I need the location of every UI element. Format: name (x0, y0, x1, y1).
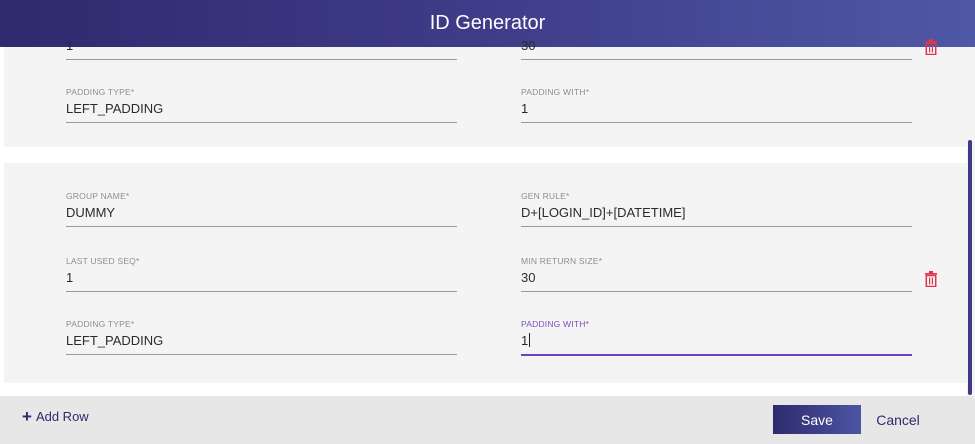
padding-type-label: PADDING TYPE* (66, 87, 135, 97)
generator-row-1: 1 30 PADDING TYPE* LEFT_PADDING PADDING … (4, 38, 967, 147)
group-name-value[interactable]: DUMMY (66, 205, 115, 220)
dialog-header: ID Generator (0, 0, 975, 47)
padding-type-value[interactable]: LEFT_PADDING (66, 101, 163, 116)
min-return-size-value[interactable]: 30 (521, 38, 535, 53)
dialog-footer: + Add Row Save Cancel (0, 396, 975, 444)
padding-with-label: PADDING WITH* (521, 319, 590, 329)
last-used-seq-underline (66, 291, 457, 292)
dialog-title: ID Generator (429, 12, 546, 34)
padding-with-label: PADDING WITH* (521, 87, 590, 97)
last-used-seq-label: LAST USED SEQ* (66, 256, 140, 266)
gen-rule-value[interactable]: D+[LOGIN_ID]+[DATETIME] (521, 205, 685, 220)
padding-with-input[interactable]: 1 (521, 333, 531, 348)
min-return-size-label: MIN RETURN SIZE* (521, 256, 603, 266)
gen-rule-underline (521, 226, 912, 227)
text-caret (529, 333, 531, 347)
trash-icon[interactable] (924, 271, 938, 287)
padding-with-value[interactable]: 1 (521, 333, 528, 348)
padding-type-label: PADDING TYPE* (66, 319, 135, 329)
cancel-button[interactable]: Cancel (868, 405, 928, 434)
group-name-underline (66, 226, 457, 227)
add-row-label: Add Row (35, 409, 89, 424)
generator-row-2: GROUP NAME* DUMMY GEN RULE* D+[LOGIN_ID]… (4, 163, 967, 383)
padding-type-underline (66, 122, 457, 123)
padding-with-value[interactable]: 1 (521, 101, 528, 116)
min-return-size-value[interactable]: 30 (521, 270, 535, 285)
scrollbar-thumb[interactable] (968, 140, 972, 395)
padding-type-value[interactable]: LEFT_PADDING (66, 333, 163, 348)
trash-icon[interactable] (924, 39, 938, 55)
padding-with-underline (521, 354, 912, 356)
add-row-button[interactable]: + Add Row (22, 408, 89, 425)
group-name-label: GROUP NAME* (66, 191, 130, 201)
padding-with-underline (521, 122, 912, 123)
last-used-seq-value[interactable]: 1 (66, 270, 73, 285)
save-button[interactable]: Save (773, 405, 861, 434)
plus-icon: + (22, 407, 32, 426)
min-return-size-underline (521, 291, 912, 292)
min-return-size-underline (521, 59, 912, 60)
last-used-seq-value[interactable]: 1 (66, 38, 73, 53)
gen-rule-label: GEN RULE* (521, 191, 570, 201)
padding-type-underline (66, 354, 457, 355)
last-used-seq-underline (66, 59, 457, 60)
